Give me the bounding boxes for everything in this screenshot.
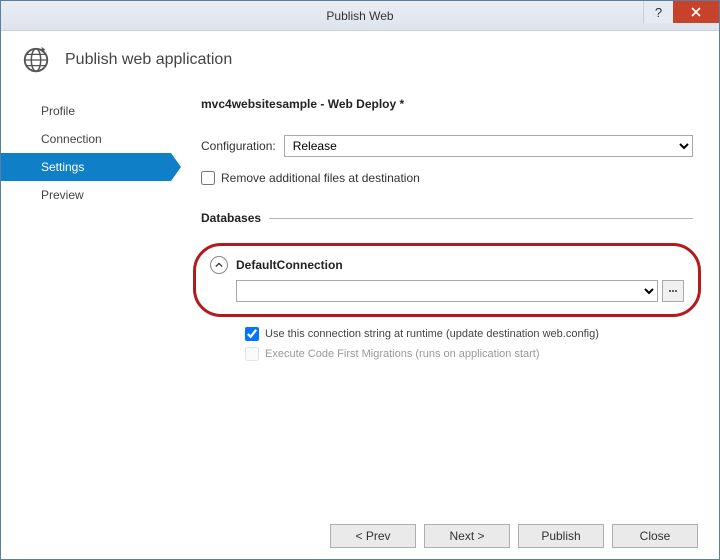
footer-buttons: < Prev Next > Publish Close <box>330 524 698 548</box>
execute-codefirst-label: Execute Code First Migrations (runs on a… <box>265 348 540 360</box>
header-title: Publish web application <box>65 51 232 69</box>
ellipsis-icon <box>668 286 678 296</box>
remove-files-label: Remove additional files at destination <box>221 171 420 185</box>
titlebar: Publish Web ? <box>1 1 719 31</box>
next-button[interactable]: Next > <box>424 524 510 548</box>
page-title: mvc4websitesample - Web Deploy * <box>201 97 693 111</box>
sidebar-item-preview[interactable]: Preview <box>1 181 171 209</box>
use-connection-runtime-checkbox[interactable] <box>245 327 259 341</box>
help-button[interactable]: ? <box>643 1 673 23</box>
connection-browse-button[interactable] <box>662 280 684 302</box>
connection-callout: DefaultConnection <box>193 243 701 317</box>
section-divider <box>269 218 693 219</box>
publish-button[interactable]: Publish <box>518 524 604 548</box>
chevron-up-icon <box>215 261 223 269</box>
dialog-header: Publish web application <box>1 31 719 97</box>
close-button[interactable]: Close <box>612 524 698 548</box>
collapse-toggle[interactable] <box>210 256 228 274</box>
globe-icon <box>21 45 51 75</box>
use-connection-runtime-label: Use this connection string at runtime (u… <box>265 328 599 340</box>
databases-section-label: Databases <box>201 211 261 225</box>
configuration-label: Configuration: <box>201 139 276 153</box>
main-panel: mvc4websitesample - Web Deploy * Configu… <box>171 97 719 367</box>
window-controls: ? <box>643 1 719 23</box>
connection-string-select[interactable] <box>236 280 658 302</box>
configuration-select[interactable]: Release <box>284 135 693 157</box>
sidebar-item-profile[interactable]: Profile <box>1 97 171 125</box>
close-window-button[interactable] <box>673 1 719 23</box>
window-title: Publish Web <box>326 9 393 23</box>
prev-button[interactable]: < Prev <box>330 524 416 548</box>
remove-files-checkbox[interactable] <box>201 171 215 185</box>
sidebar-item-settings[interactable]: Settings <box>1 153 171 181</box>
sidebar: Profile Connection Settings Preview <box>1 97 171 367</box>
sidebar-item-connection[interactable]: Connection <box>1 125 171 153</box>
execute-codefirst-checkbox <box>245 347 259 361</box>
connection-name: DefaultConnection <box>236 258 343 272</box>
